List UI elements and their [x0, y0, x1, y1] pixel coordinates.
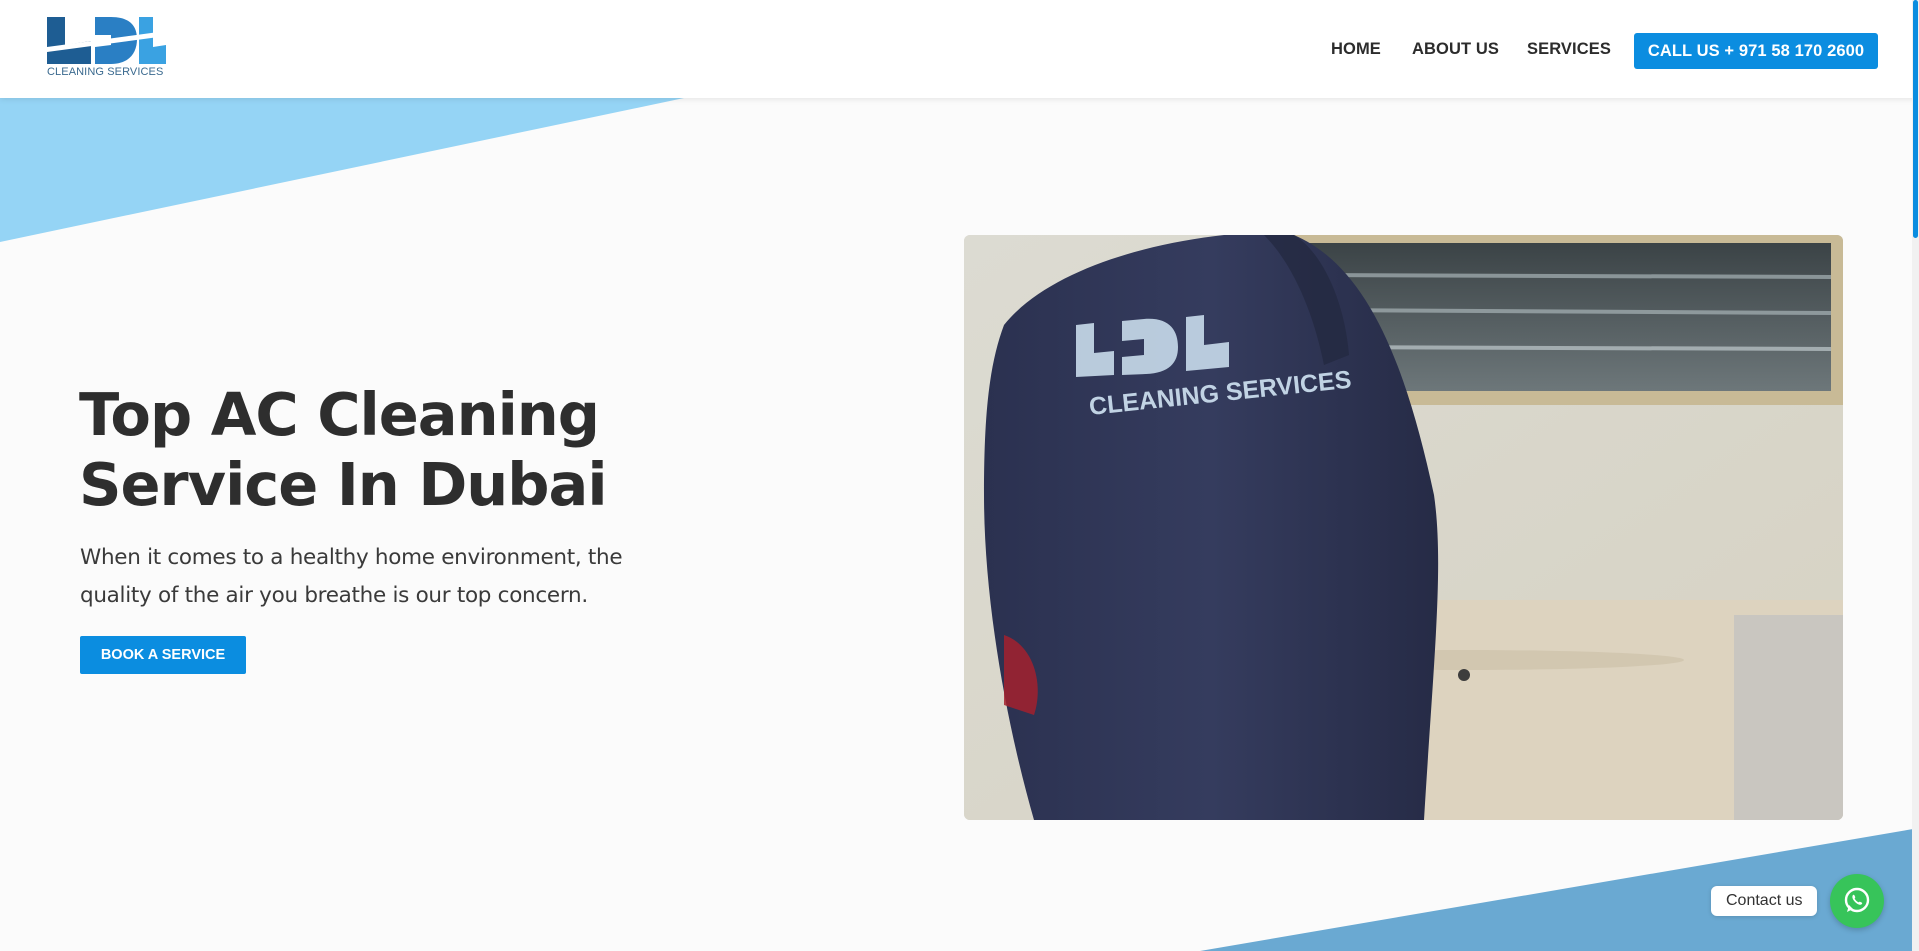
hero-title-line-2: Service In Dubai	[79, 450, 608, 519]
hero-image: CLEANING SERVICES	[964, 235, 1843, 820]
logo-tagline: CLEANING SERVICES	[47, 66, 164, 78]
whatsapp-button[interactable]	[1830, 874, 1884, 928]
logo-mark	[47, 17, 166, 64]
hero-subtitle-line-1: When it comes to a healthy home environm…	[80, 545, 623, 570]
hero-subtitle: When it comes to a healthy home environm…	[80, 539, 640, 615]
whatsapp-icon	[1844, 887, 1870, 913]
nav-services[interactable]: SERVICES	[1527, 40, 1611, 59]
ac-technician-photo: CLEANING SERVICES	[964, 235, 1843, 820]
nav-home[interactable]: HOME	[1331, 40, 1381, 59]
nav-about-us[interactable]: ABOUT US	[1412, 40, 1499, 59]
scrollbar-thumb[interactable]	[1913, 0, 1918, 238]
site-header: CLEANING SERVICES HOME ABOUT US SERVICES…	[0, 0, 1919, 98]
page-scrollbar[interactable]	[1912, 0, 1919, 951]
site-logo[interactable]: CLEANING SERVICES	[47, 17, 167, 81]
contact-us-label[interactable]: Contact us	[1711, 886, 1818, 916]
page: CLEANING SERVICES HOME ABOUT US SERVICES…	[0, 0, 1919, 951]
book-service-button[interactable]: BOOK A SERVICE	[80, 636, 246, 674]
hero-title-line-1: Top AC Cleaning	[79, 380, 600, 449]
hero-title: Top AC Cleaning Service In Dubai	[79, 380, 719, 520]
call-us-button[interactable]: CALL US + 971 58 170 2600	[1634, 33, 1878, 69]
top-left-blue-shape	[0, 98, 684, 242]
hero-subtitle-line-2: quality of the air you breathe is our to…	[80, 583, 588, 608]
